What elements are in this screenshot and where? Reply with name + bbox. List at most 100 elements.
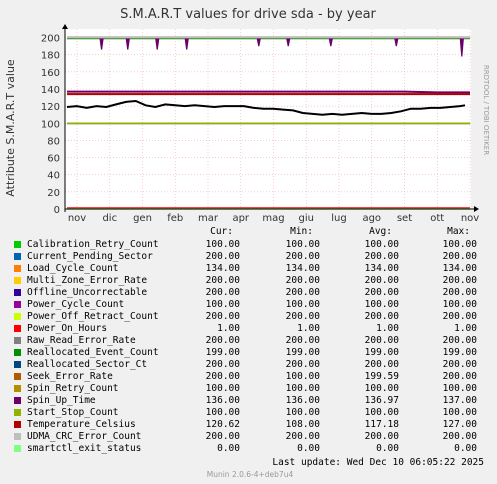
legend-value-cur: 200.00 [205,311,240,322]
legend-row: Offline_Uncorrectable 200.00 200.00 200.00 2… [0,287,497,299]
legend-value-min: 136.00 [285,395,320,406]
legend-value-cur: 200.00 [205,371,240,382]
legend-value-cur: 200.00 [205,251,240,262]
legend-value-avg: 134.00 [364,263,399,274]
legend-row: Spin_Retry_Count 100.00 100.00 100.00 100.00 [0,383,497,395]
legend-series-name: Power_Cycle_Count [27,299,125,310]
legend-value-cur: 1.00 [217,323,240,334]
legend-value-max: 1.00 [454,323,477,334]
legend-value-avg: 200.00 [364,359,399,370]
legend-value-min: 199.00 [285,347,320,358]
legend-row: Power_Off_Retract_Count 200.00 200.00 200.0… [0,311,497,323]
x-tick-label: ott [430,213,444,224]
x-tick-label: set [397,213,412,224]
legend-series-name: Calibration_Retry_Count [27,239,159,250]
y-tick-labels: 0 20 40 60 80 100 120 140 160 180 200 [41,34,60,216]
legend-value-cur: 100.00 [205,239,240,250]
rrdtool-watermark: RRDTOOL / TOBI OETIKER [482,65,490,155]
y-tick-label: 140 [41,85,60,96]
legend-header-cur: Cur: [210,226,233,237]
legend-value-cur: 100.00 [205,383,240,394]
legend-value-cur: 120.62 [205,419,240,430]
legend-value-avg: 100.00 [364,239,399,250]
y-axis-arrow [62,24,68,29]
legend-value-min: 200.00 [285,287,320,298]
legend-value-min: 200.00 [285,251,320,262]
legend-series-name: UDMA_CRC_Error_Count [27,431,142,442]
y-tick-label: 200 [41,34,60,45]
legend-value-avg: 199.59 [364,371,399,382]
legend-swatch [14,337,21,344]
legend-header-max: Max: [447,226,470,237]
legend-row: Start_Stop_Count 100.00 100.00 100.00 100.00 [0,407,497,419]
legend-value-max: 137.00 [442,395,477,406]
x-tick-label: dic [102,213,117,224]
legend-value-min: 134.00 [285,263,320,274]
legend-value-max: 200.00 [442,359,477,370]
legend-series-name: Power_On_Hours [27,323,108,334]
legend-value-max: 100.00 [442,383,477,394]
legend-value-avg: 1.00 [376,323,399,334]
legend-value-min: 100.00 [285,299,320,310]
legend-row: Reallocated_Sector_Ct 200.00 200.00 200.00 2… [0,359,497,371]
legend-value-cur: 136.00 [205,395,240,406]
x-tick-labels: nov dic gen feb mar apr mag giu lug ago set ott nov [68,213,479,224]
legend-row: Spin_Up_Time 136.00 136.00 136.97 137.00 [0,395,497,407]
legend-value-avg: 200.00 [364,251,399,262]
legend-series-name: Power_Off_Retract_Count [27,311,159,322]
legend-value-cur: 199.00 [205,347,240,358]
legend-value-min: 200.00 [285,335,320,346]
legend-value-cur: 200.00 [205,335,240,346]
legend-row: Current_Pending_Sector 200.00 200.00 200.00… [0,251,497,263]
legend-swatch [14,241,21,248]
legend-series-name: Raw_Read_Error_Rate [27,335,136,346]
legend-value-cur: 200.00 [205,359,240,370]
legend-swatch [14,421,21,428]
legend-series-name: Start_Stop_Count [27,407,119,418]
legend-swatch [14,301,21,308]
legend-swatch [14,253,21,260]
y-tick-label: 80 [47,136,60,147]
legend-header-avg: Avg: [369,226,392,237]
legend-value-min: 108.00 [285,419,320,430]
legend-value-max: 100.00 [442,299,477,310]
legend-series-name: Seek_Error_Rate [27,371,113,382]
legend-value-max: 200.00 [442,251,477,262]
legend-value-avg: 117.18 [364,419,399,430]
legend-value-max: 200.00 [442,371,477,382]
legend-value-cur: 0.00 [217,443,240,454]
legend-row: smartctl_exit_status 0.00 0.00 0.00 0.00 [0,443,497,455]
legend-row: Load_Cycle_Count 134.00 134.00 134.00 134.00 [0,263,497,275]
legend-swatch [14,325,21,332]
y-tick-label: 40 [47,171,60,182]
legend-swatch [14,265,21,272]
legend-value-min: 100.00 [285,239,320,250]
x-tick-label: ago [362,213,381,224]
legend-value-min: 0.00 [297,443,320,454]
x-tick-label: nov [68,213,86,224]
legend-series-name: Temperature_Celsius [27,419,136,430]
y-tick-label: 20 [47,188,60,199]
legend-row: Power_Cycle_Count 100.00 100.00 100.00 100.0… [0,299,497,311]
legend-swatch [14,361,21,368]
legend-value-min: 200.00 [285,275,320,286]
y-axis-label: Attribute S.M.A.R.T value [4,59,17,197]
legend-row: Calibration_Retry_Count 100.00 100.00 100.0… [0,239,497,251]
footer-version: Munin 2.0.6-4+deb7u4 [206,470,294,479]
legend-value-max: 200.00 [442,431,477,442]
plot-area [65,29,471,209]
legend-value-avg: 199.00 [364,347,399,358]
legend-value-max: 200.00 [442,287,477,298]
legend-row: UDMA_CRC_Error_Count 200.00 200.00 200.00 20… [0,431,497,443]
legend-swatch [14,277,21,284]
legend-value-avg: 100.00 [364,299,399,310]
last-update: Last update: Wed Dec 10 06:05:22 2025 [272,457,484,468]
legend-row: Power_On_Hours 1.00 1.00 1.00 1.00 [0,323,497,335]
y-tick-label: 100 [41,119,60,130]
legend-row: Reallocated_Event_Count 199.00 199.00 199.0… [0,347,497,359]
x-tick-label: feb [167,213,183,224]
legend-swatch [14,409,21,416]
legend-swatch [14,349,21,356]
legend-value-min: 200.00 [285,431,320,442]
legend-series-name: Offline_Uncorrectable [27,287,148,298]
